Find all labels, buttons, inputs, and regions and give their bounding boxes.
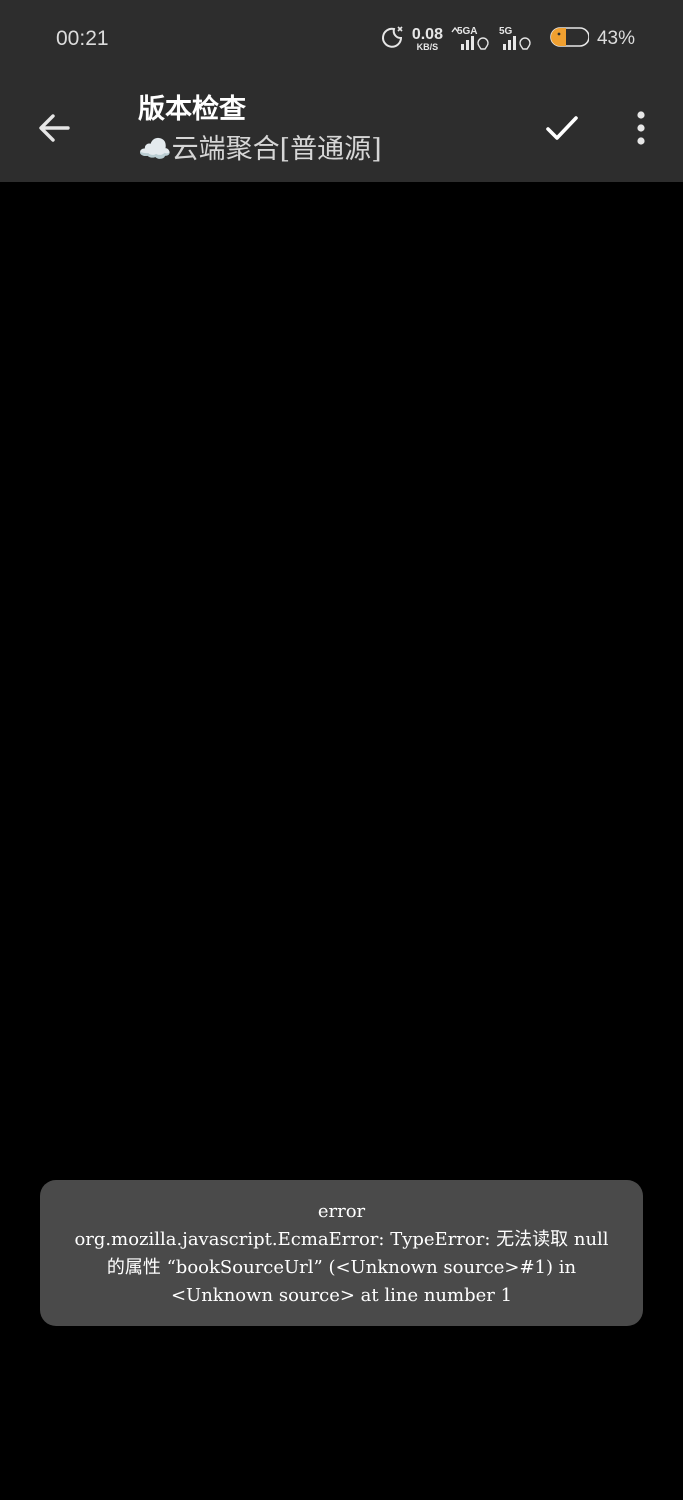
speed-value: 0.08 bbox=[411, 25, 443, 43]
battery-percent: 43% bbox=[596, 28, 635, 49]
sim2-signal: 5G bbox=[499, 26, 539, 52]
title-block: 版本检查 ☁️云端聚合[普通源] bbox=[138, 92, 382, 170]
confirm-button[interactable] bbox=[538, 104, 586, 152]
alarm-off-icon bbox=[380, 25, 404, 53]
error-toast: error org.mozilla.javascript.EcmaError: … bbox=[40, 1180, 643, 1326]
arrow-back-icon bbox=[39, 114, 70, 142]
status-time: 00:21 bbox=[56, 27, 109, 50]
sim1-signal: 5GA bbox=[451, 26, 491, 52]
status-bar: 00:21 0.08 KB/S 5GA 5G 43% bbox=[0, 0, 683, 78]
back-button[interactable] bbox=[30, 104, 78, 152]
network-speed: 0.08 KB/S bbox=[411, 25, 443, 52]
sim2-label: 5G bbox=[498, 26, 513, 37]
status-icons: 0.08 KB/S 5GA 5G 43% bbox=[380, 24, 635, 54]
page-title: 版本检查 bbox=[138, 94, 246, 125]
toast-title: error bbox=[317, 1201, 366, 1222]
page-subtitle: ☁️云端聚合[普通源] bbox=[138, 134, 382, 165]
battery-icon bbox=[547, 26, 590, 52]
sim1-label: 5GA bbox=[456, 26, 478, 37]
app-bar: 版本检查 ☁️云端聚合[普通源] bbox=[0, 78, 683, 182]
speed-unit: KB/S bbox=[416, 41, 439, 52]
more-options-button[interactable] bbox=[622, 104, 660, 152]
check-icon bbox=[546, 116, 578, 140]
toast-message: org.mozilla.javascript.EcmaError: TypeEr… bbox=[74, 1229, 609, 1306]
more-vert-icon bbox=[637, 111, 645, 145]
